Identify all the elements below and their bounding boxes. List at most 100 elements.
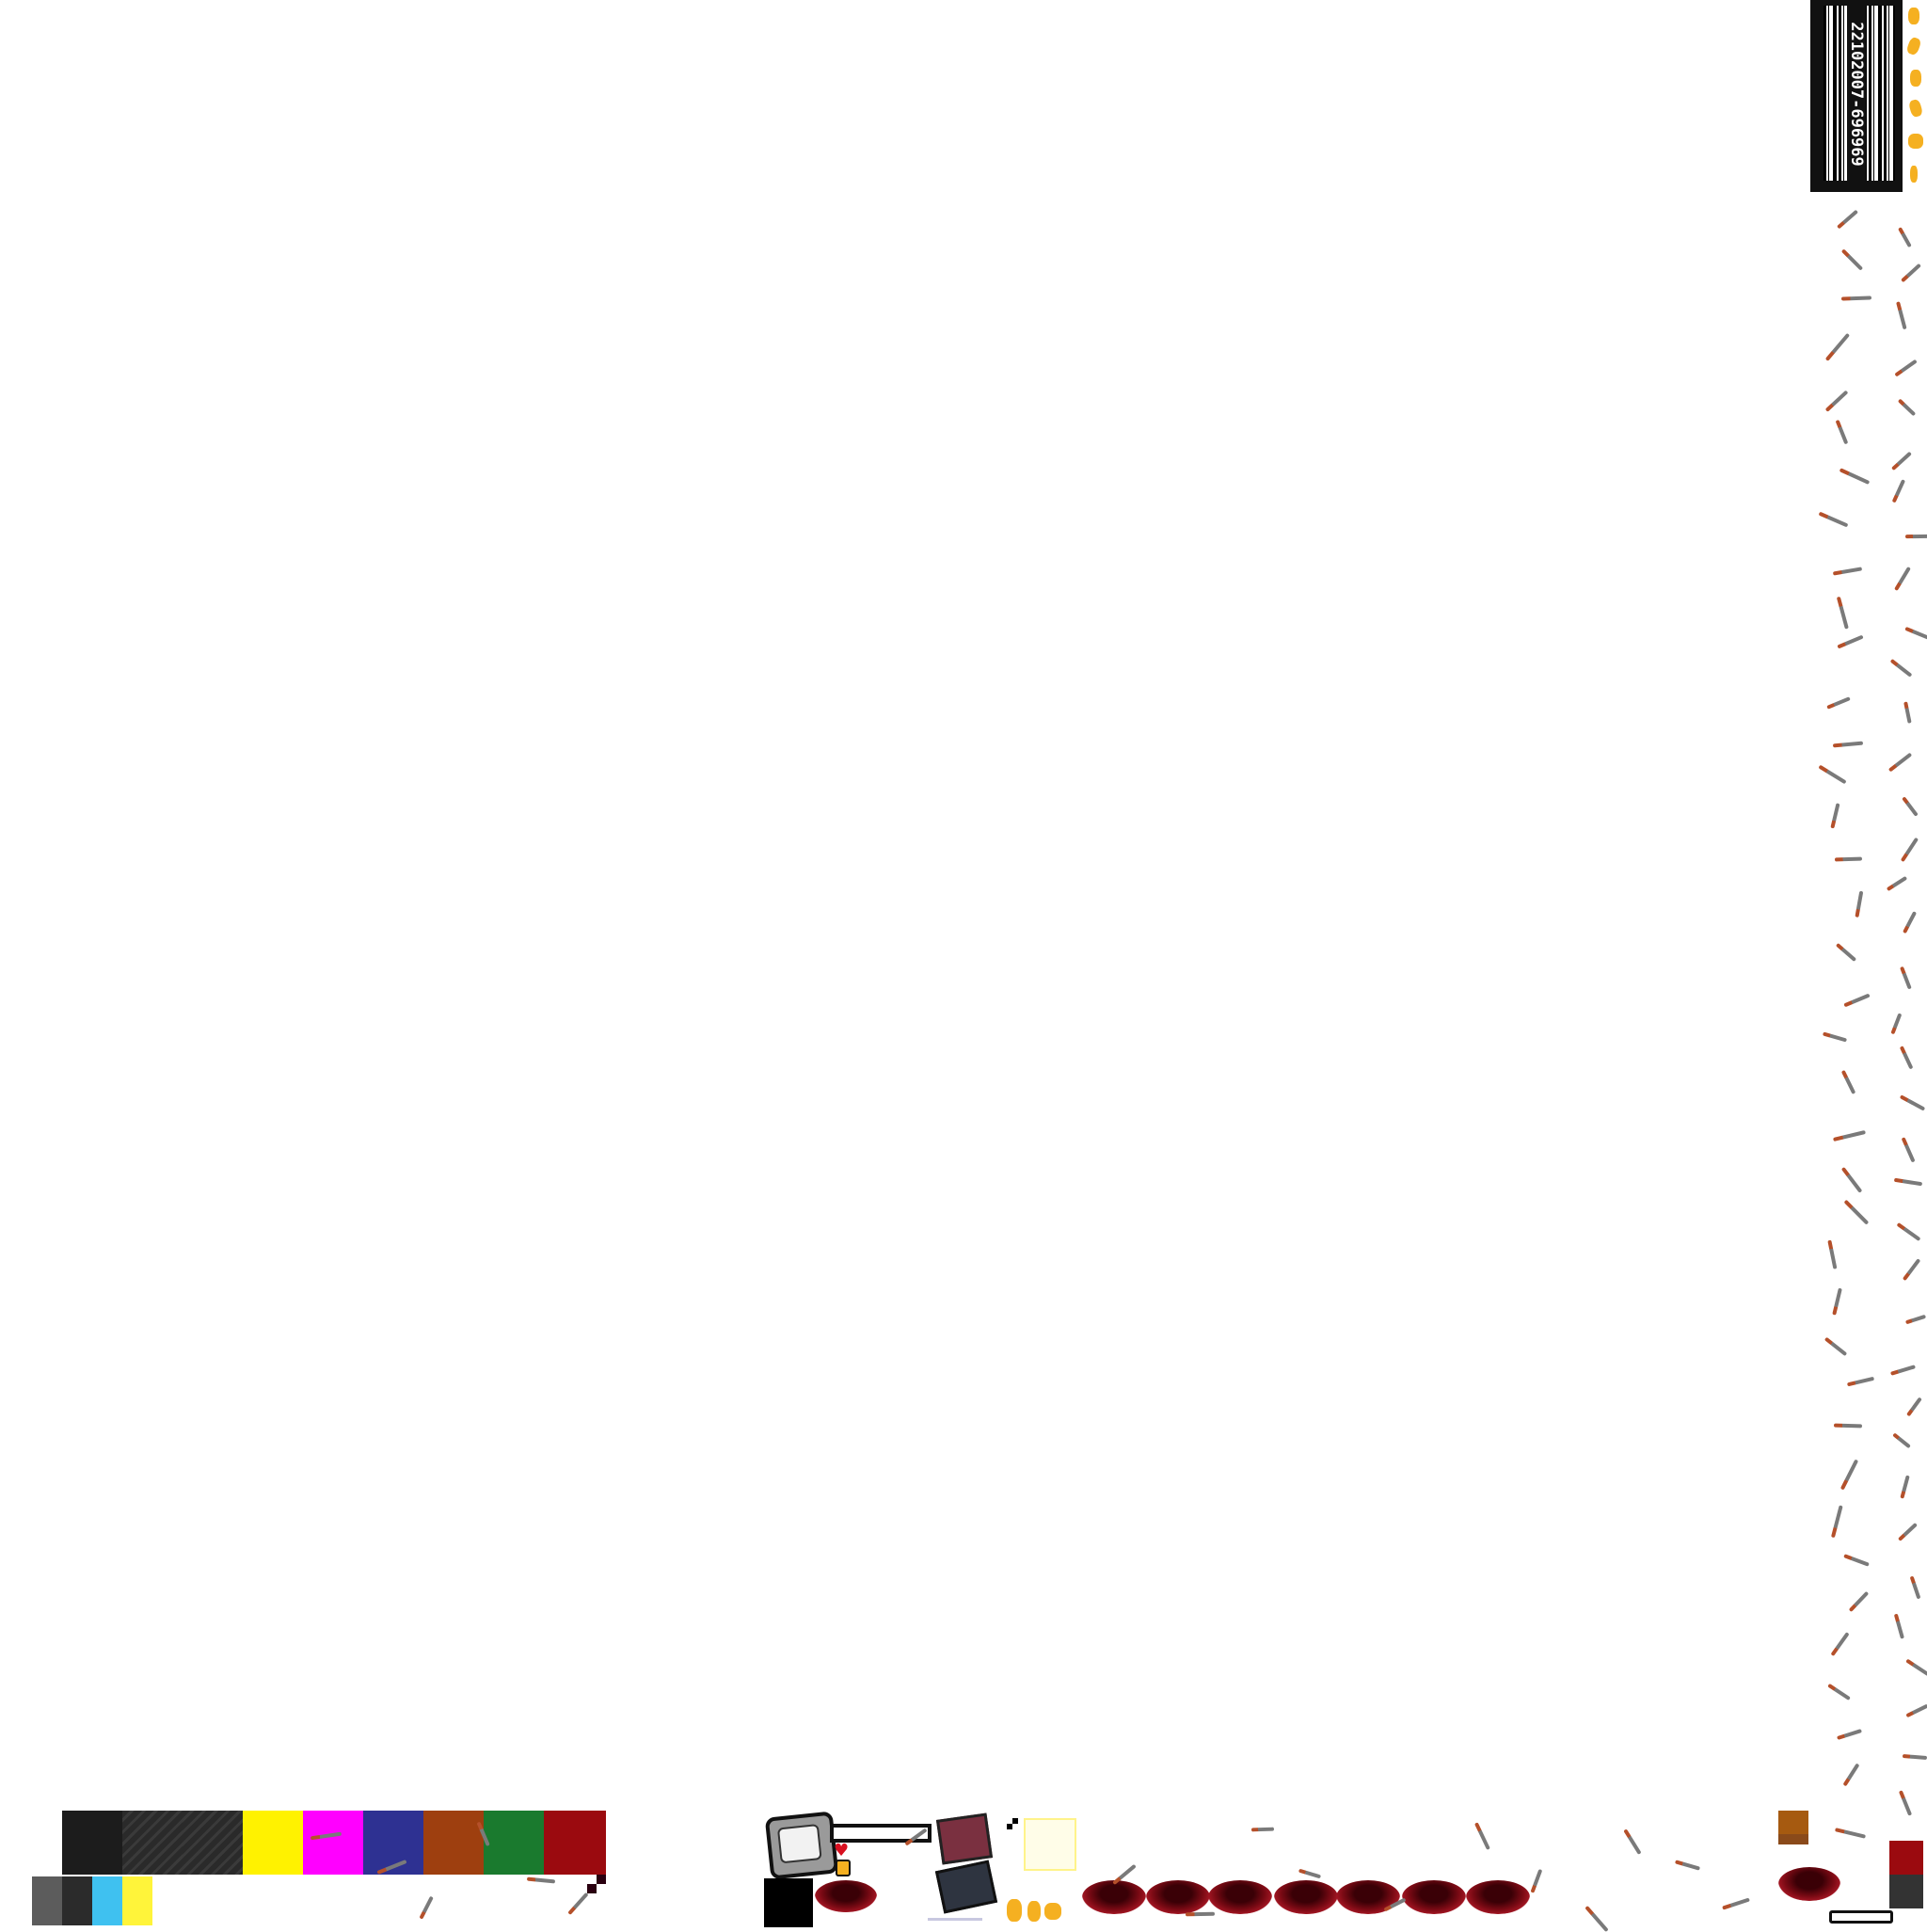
coin-icon bbox=[1027, 1901, 1041, 1922]
scrap-shard-icon bbox=[1887, 752, 1913, 773]
scrap-shard-icon bbox=[1824, 389, 1849, 412]
scrap-shard-icon bbox=[1818, 511, 1849, 528]
scrap-shard-icon bbox=[1893, 1177, 1922, 1186]
scrap-shard-icon bbox=[1830, 803, 1840, 829]
scrap-shard-icon bbox=[1896, 301, 1907, 329]
scrap-shard-icon bbox=[1896, 1221, 1921, 1241]
swatch-green bbox=[484, 1811, 544, 1875]
scrap-shard-icon bbox=[1902, 1257, 1921, 1282]
coin-icon bbox=[1908, 8, 1919, 24]
scrap-shard-icon bbox=[1836, 597, 1849, 630]
scrap-shard-icon bbox=[1823, 1031, 1848, 1043]
scrap-shard-icon bbox=[1899, 966, 1912, 989]
scrap-shard-icon bbox=[1904, 1314, 1927, 1325]
blood-pool bbox=[815, 1880, 877, 1912]
scrap-shard-icon bbox=[1894, 1614, 1905, 1639]
blood-pool bbox=[1146, 1880, 1210, 1914]
blood-pool bbox=[1082, 1880, 1146, 1914]
scrap-shard-icon bbox=[1902, 1753, 1927, 1760]
scrap-shard-icon bbox=[1886, 876, 1907, 892]
scrap-shard-icon bbox=[1530, 1869, 1543, 1894]
coin-icon bbox=[1905, 36, 1922, 56]
scrap-shard-icon bbox=[1827, 1239, 1838, 1269]
scrap-shard-icon bbox=[1835, 943, 1857, 963]
red-block bbox=[1889, 1841, 1923, 1875]
scrap-shard-icon bbox=[1905, 1658, 1927, 1677]
scrap-shard-icon bbox=[1843, 1199, 1870, 1225]
coin-icon bbox=[1907, 98, 1924, 119]
blood-pool bbox=[1778, 1867, 1840, 1901]
scrap-shard-icon bbox=[1906, 1397, 1923, 1417]
scrap-shard-icon bbox=[1890, 451, 1912, 471]
coin-icon bbox=[1910, 166, 1918, 183]
swatch-cyan bbox=[92, 1876, 122, 1925]
scrap-shard-icon bbox=[1891, 479, 1906, 503]
scrap-shard-icon bbox=[1892, 1431, 1912, 1449]
scrap-shard-icon bbox=[1900, 837, 1919, 862]
slot-bar bbox=[1829, 1910, 1893, 1924]
black-tile bbox=[764, 1878, 813, 1927]
scrap-shard-icon bbox=[1840, 248, 1863, 271]
coin-icon bbox=[1044, 1903, 1061, 1920]
scrap-shard-icon bbox=[1833, 1130, 1867, 1142]
scrap-shard-icon bbox=[1847, 1376, 1875, 1386]
scrap-shard-icon bbox=[1889, 658, 1913, 678]
scrap-shard-icon bbox=[1832, 567, 1862, 576]
tv-screen bbox=[776, 1824, 822, 1864]
scrap-shard-icon bbox=[1901, 796, 1919, 818]
scrap-shard-icon bbox=[1834, 1423, 1863, 1429]
blood-pool bbox=[1402, 1880, 1466, 1914]
checker-tile bbox=[587, 1875, 606, 1893]
blood-pool bbox=[1274, 1880, 1338, 1914]
scrap-shard-icon bbox=[1842, 993, 1871, 1008]
scrap-shard-icon bbox=[1905, 1703, 1927, 1718]
scrap-shard-icon bbox=[1825, 696, 1851, 710]
heart-icon: ♥ bbox=[834, 1841, 850, 1860]
scrap-shard-icon bbox=[1827, 1683, 1852, 1700]
scrap-shard-icon bbox=[1834, 1828, 1867, 1839]
scrap-shard-icon bbox=[1830, 1631, 1850, 1657]
swatch-hatch-1 bbox=[122, 1811, 183, 1875]
checker-small bbox=[1007, 1818, 1018, 1829]
blood-pool bbox=[1466, 1880, 1530, 1914]
scrap-shard-icon bbox=[1836, 209, 1858, 230]
scrap-shard-icon bbox=[1840, 1070, 1856, 1095]
card-dark bbox=[934, 1860, 998, 1914]
scrap-shard-icon bbox=[1902, 910, 1918, 934]
scrap-shard-icon bbox=[1840, 1166, 1863, 1193]
scrap-shard-icon bbox=[1833, 742, 1864, 748]
lavender-line bbox=[928, 1918, 982, 1921]
scrap-shard-icon bbox=[1890, 1013, 1903, 1034]
scrap-shard-icon bbox=[1840, 295, 1871, 301]
scrap-shard-icon bbox=[1674, 1860, 1701, 1872]
scrap-shard-icon bbox=[1623, 1828, 1642, 1855]
barcode-number: 22102007-696969 bbox=[1847, 5, 1866, 184]
scrap-shard-icon bbox=[1890, 1365, 1917, 1376]
scrap-shard-icon bbox=[1185, 1911, 1215, 1917]
scrap-shard-icon bbox=[1901, 1137, 1916, 1163]
coin-icon bbox=[836, 1860, 851, 1876]
scrap-shard-icon bbox=[1837, 634, 1865, 649]
scrap-shard-icon bbox=[1909, 1575, 1921, 1600]
scrap-shard-icon bbox=[1831, 1505, 1843, 1538]
scrap-shard-icon bbox=[1473, 1821, 1490, 1850]
swatch-charcoal bbox=[62, 1876, 92, 1925]
scrap-shard-icon bbox=[1899, 1094, 1926, 1111]
scrap-shard-icon bbox=[1835, 419, 1849, 445]
scrap-shard-icon bbox=[1904, 535, 1927, 539]
tv-face-icon bbox=[764, 1811, 839, 1880]
blood-pool bbox=[1208, 1880, 1272, 1914]
dark-block bbox=[1889, 1875, 1923, 1908]
scrap-shard-icon bbox=[1824, 1336, 1848, 1357]
coin-icon bbox=[1910, 70, 1921, 87]
scrap-shard-icon bbox=[1898, 1790, 1913, 1817]
scrap-shard-icon bbox=[1840, 1459, 1859, 1491]
scrap-shard-icon bbox=[1894, 566, 1912, 591]
scrap-shard-icon bbox=[419, 1895, 435, 1920]
pale-panel bbox=[1024, 1818, 1076, 1871]
card-maroon bbox=[935, 1812, 994, 1865]
barcode-panel: 22102007-696969 bbox=[1810, 0, 1903, 192]
scrap-shard-icon bbox=[1722, 1897, 1751, 1910]
swatch-brown bbox=[423, 1811, 484, 1875]
scrap-shard-icon bbox=[1842, 1763, 1860, 1787]
